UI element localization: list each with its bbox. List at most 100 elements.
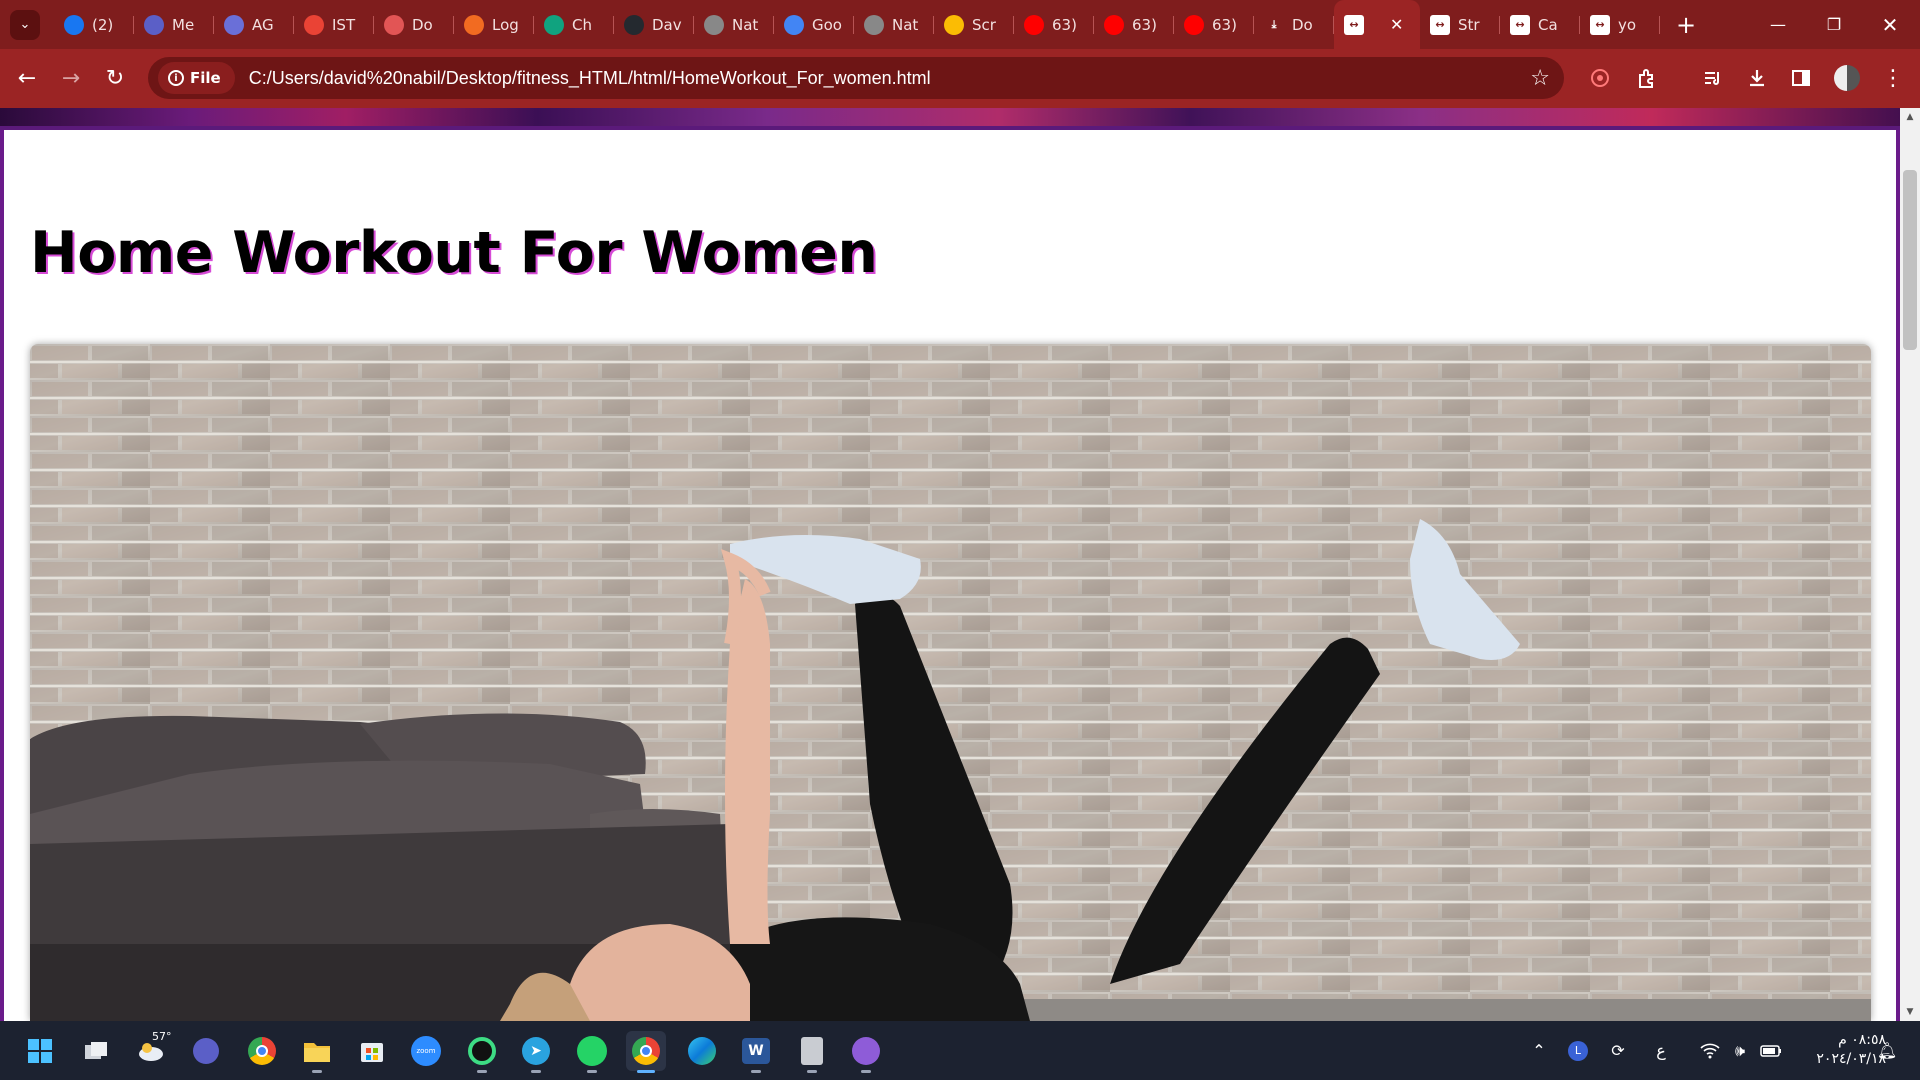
tab-label: yo — [1618, 15, 1637, 34]
chrome-active-icon[interactable] — [626, 1031, 666, 1073]
tab-label: Scr — [972, 15, 996, 34]
reload-button[interactable]: ↻ — [93, 57, 137, 101]
whatsapp-icon[interactable] — [572, 1031, 612, 1073]
zoom-icon[interactable]: zoom — [406, 1031, 446, 1071]
tab-label: Do — [412, 15, 433, 34]
weather-widget[interactable]: 57° — [130, 1030, 174, 1071]
scroll-up-arrow[interactable]: ▲ — [1900, 108, 1920, 126]
new-tab-button[interactable]: + — [1676, 11, 1696, 39]
tab-label: AG — [252, 15, 274, 34]
youtube-icon — [1184, 14, 1204, 35]
edge-icon[interactable] — [682, 1031, 722, 1071]
downloads-icon[interactable] — [1736, 57, 1778, 99]
info-icon: i — [168, 70, 184, 86]
browser-tab[interactable]: Do — [374, 0, 454, 49]
notification-bell-icon[interactable]: 🔔︎ — [1872, 1021, 1902, 1080]
extensions-icon[interactable] — [1626, 57, 1668, 99]
close-window-button[interactable]: ✕ — [1862, 0, 1918, 49]
github-icon — [624, 14, 644, 35]
running-indicator — [531, 1070, 541, 1073]
site-icon — [224, 14, 244, 35]
github-desktop-icon[interactable] — [846, 1031, 886, 1073]
browser-tab[interactable]: IST — [294, 0, 374, 49]
tab-label: Me — [172, 15, 195, 34]
file-explorer-icon[interactable] — [297, 1031, 337, 1073]
tab-label: Dav — [652, 15, 682, 34]
tray-app-icon[interactable]: L — [1560, 1021, 1596, 1080]
minimize-button[interactable]: — — [1750, 0, 1806, 49]
battery-icon[interactable] — [1756, 1021, 1786, 1080]
page-title: Home Workout For Women — [30, 220, 878, 286]
tab-close-icon[interactable]: ✕ — [1390, 15, 1403, 34]
facebook-icon — [64, 14, 84, 35]
gmail-icon — [304, 14, 324, 35]
telegram-icon[interactable]: ➤ — [516, 1031, 556, 1073]
browser-tab[interactable]: Ch — [534, 0, 614, 49]
browser-toolbar: ← → ↻ i File C:/Users/david%20nabil/Desk… — [0, 49, 1920, 108]
microsoft-store-icon[interactable] — [352, 1031, 392, 1071]
browser-tab[interactable]: 63) — [1174, 0, 1254, 49]
side-panel-icon[interactable] — [1780, 57, 1822, 99]
calculator-icon[interactable] — [792, 1031, 832, 1073]
wifi-icon[interactable] — [1696, 1021, 1724, 1080]
browser-tab[interactable]: ↔ Str — [1420, 0, 1500, 49]
browser-tab[interactable]: AG — [214, 0, 294, 49]
browser-tab[interactable]: ↔ Ca — [1500, 0, 1580, 49]
language-indicator[interactable]: ع — [1646, 1021, 1676, 1080]
forward-button[interactable]: → — [49, 57, 93, 101]
browser-tab[interactable]: Me — [134, 0, 214, 49]
task-view-icon[interactable] — [76, 1031, 116, 1071]
browser-tab[interactable]: ↔ yo — [1580, 0, 1660, 49]
tray-overflow-icon[interactable]: ⌃ — [1524, 1021, 1554, 1080]
browser-tab[interactable]: ⤓ Do — [1254, 0, 1334, 49]
page-viewport: Home Workout For Women ▲ ▼ — [0, 108, 1920, 1021]
tab-label: 63) — [1132, 15, 1157, 34]
browser-tab[interactable]: 63) — [1094, 0, 1174, 49]
chrome-icon[interactable] — [242, 1031, 282, 1071]
maximize-button[interactable]: ❐ — [1806, 0, 1862, 49]
sync-icon[interactable]: ⟳ — [1600, 1021, 1636, 1080]
tabs-container: (2) Me AG IST Do Log Ch Dav Nat Goo Nat Scr 63) 63) 63… — [54, 0, 1660, 49]
tab-label: Ch — [572, 15, 592, 34]
profile-avatar[interactable] — [1826, 57, 1868, 99]
app-circle-icon[interactable] — [462, 1031, 502, 1073]
media-control-icon[interactable] — [1692, 57, 1734, 99]
bookmark-star-icon[interactable]: ☆ — [1530, 66, 1550, 91]
record-icon[interactable] — [1579, 57, 1621, 99]
back-button[interactable]: ← — [5, 57, 49, 101]
browser-tab[interactable]: 63) — [1014, 0, 1094, 49]
word-icon[interactable]: W — [736, 1031, 776, 1073]
url-text[interactable]: C:/Users/david%20nabil/Desktop/fitness_H… — [249, 68, 931, 89]
browser-tab[interactable]: Dav — [614, 0, 694, 49]
tab-label: Ca — [1538, 15, 1558, 34]
google-translate-icon — [784, 14, 804, 35]
resize-icon: ↔ — [1344, 14, 1364, 35]
browser-tab[interactable]: Scr — [934, 0, 1014, 49]
address-bar[interactable]: i File C:/Users/david%20nabil/Desktop/fi… — [148, 57, 1564, 99]
running-indicator — [312, 1070, 322, 1073]
weather-temp: 57° — [152, 1030, 172, 1043]
workout-photo — [30, 344, 1871, 1021]
menu-icon[interactable]: ⋮ — [1872, 57, 1914, 99]
start-button[interactable] — [20, 1031, 60, 1071]
resize-icon: ↔ — [1430, 14, 1450, 35]
browser-tab[interactable]: Nat — [854, 0, 934, 49]
windows-taskbar: 57° zoom ➤ W ⌃ L ⟳ ع 🕪 ٠٨:٥٨ م ٢٠٢٤/٠٣/١… — [0, 1021, 1920, 1080]
browser-tab[interactable]: ↔ ✕ — [1334, 0, 1420, 49]
browser-tab[interactable]: Nat — [694, 0, 774, 49]
site-info-chip[interactable]: i File — [158, 62, 235, 94]
tab-label: Do — [1292, 15, 1313, 34]
globe-icon — [864, 14, 884, 35]
site-info-label: File — [190, 69, 221, 87]
scrollbar-thumb[interactable] — [1903, 170, 1917, 350]
browser-tab[interactable]: Log — [454, 0, 534, 49]
download-icon: ⤓ — [1271, 17, 1277, 31]
scroll-down-arrow[interactable]: ▼ — [1900, 1003, 1920, 1021]
teams-meet-icon[interactable] — [186, 1031, 226, 1071]
youtube-icon — [1104, 14, 1124, 35]
tab-label: Nat — [732, 15, 759, 34]
volume-icon[interactable]: 🕪 — [1726, 1021, 1754, 1080]
browser-tab[interactable]: Goo — [774, 0, 854, 49]
browser-tab[interactable]: (2) — [54, 0, 134, 49]
tab-search-button[interactable]: ⌄ — [10, 9, 40, 40]
